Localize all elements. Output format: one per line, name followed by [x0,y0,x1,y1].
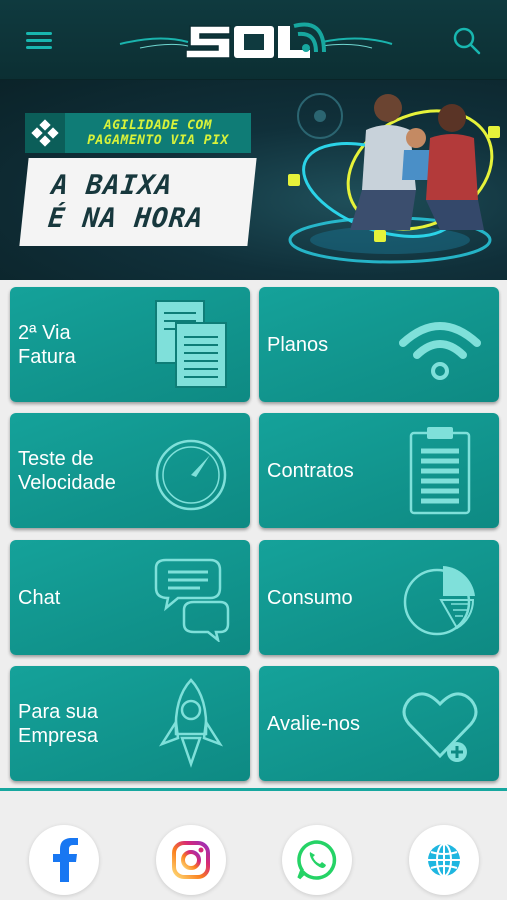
globe-icon[interactable] [409,825,479,895]
whatsapp-icon[interactable] [282,825,352,895]
tile-label: Planos [267,333,329,356]
hamburger-menu-icon[interactable] [26,28,54,52]
pix-logo-icon [25,113,65,153]
rocket-icon [158,678,224,768]
social-bar [0,791,507,900]
tile-teste-velocidade[interactable]: Teste de Velocidade [10,413,250,528]
headline-line1: A BAIXA [50,170,175,201]
tile-label: Avalie-nos [267,712,361,735]
app-logo [110,12,400,70]
pix-tag-text: AGILIDADE COM PAGAMENTO VIA PIX [65,118,251,148]
facebook-icon[interactable] [29,825,99,895]
tile-segunda-via-fatura[interactable]: 2ª Via Fatura [10,287,250,402]
heart-plus-icon [402,692,478,762]
family-photo [288,94,500,264]
tile-contratos[interactable]: Contratos [259,413,499,528]
banner-headline: A BAIXA É NA HORA [19,158,257,246]
wifi-icon [399,322,481,380]
invoice-document-icon [155,300,227,388]
pie-chart-icon [403,566,475,636]
headline-line2: É NA HORA [46,203,206,234]
clipboard-icon [409,427,471,515]
promo-banner[interactable]: AGILIDADE COM PAGAMENTO VIA PIX A BAIXA … [0,80,507,280]
tile-consumo[interactable]: Consumo [259,540,499,655]
chat-bubbles-icon [154,558,230,642]
pix-tag-line1: AGILIDADE COM [103,118,213,133]
tile-avalie-nos[interactable]: Avalie-nos [259,666,499,781]
speedometer-icon [155,439,227,511]
tile-label: 2ª Via Fatura [18,321,76,368]
pix-tag-line2: PAGAMENTO VIA PIX [87,133,229,148]
tile-planos[interactable]: Planos [259,287,499,402]
tile-label: Teste de Velocidade [18,447,116,494]
tile-label: Contratos [267,459,354,482]
app-header [0,0,507,80]
tile-para-sua-empresa[interactable]: Para sua Empresa [10,666,250,781]
instagram-icon[interactable] [156,825,226,895]
tile-chat[interactable]: Chat [10,540,250,655]
tile-label: Para sua Empresa [18,700,99,747]
tile-label: Consumo [267,586,353,609]
tile-label: Chat [18,586,61,609]
search-icon[interactable] [452,26,482,56]
pix-tag: AGILIDADE COM PAGAMENTO VIA PIX [25,113,251,153]
